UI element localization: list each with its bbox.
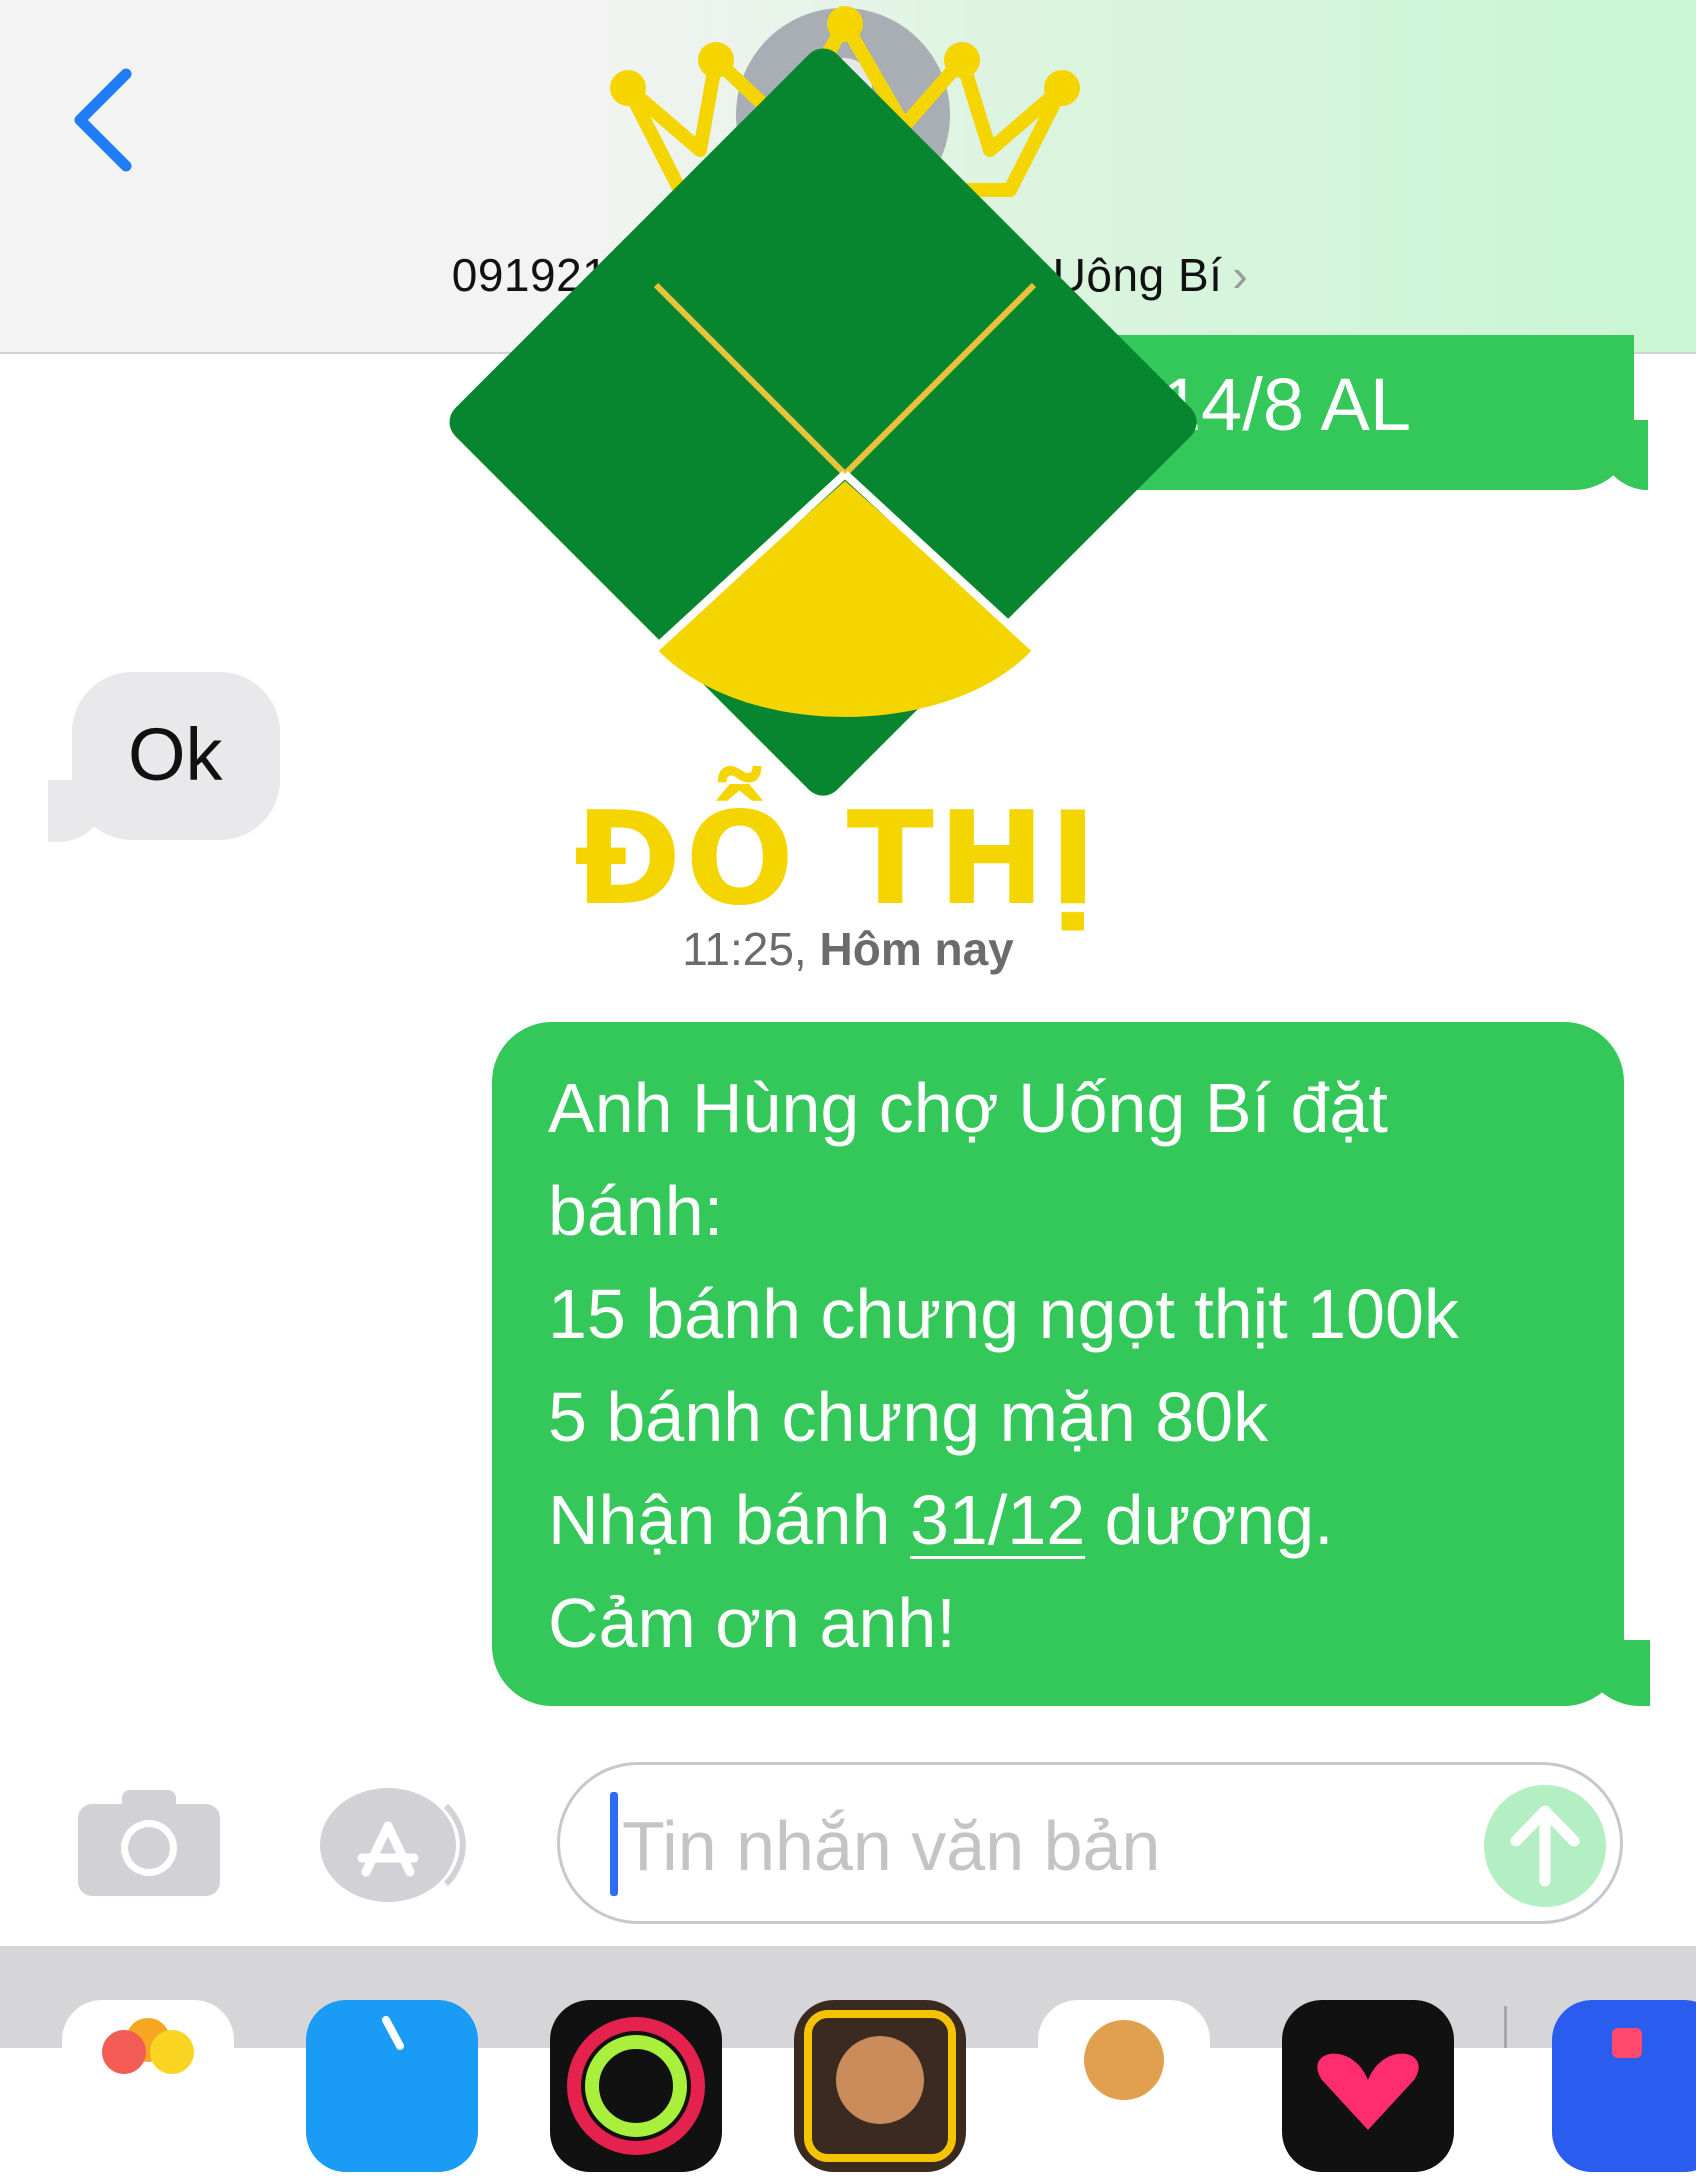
dock-divider [1504, 2006, 1507, 2048]
digital-touch-app-icon[interactable] [1282, 2000, 1454, 2172]
send-button[interactable] [1484, 1785, 1606, 1907]
message-line-start: Nhận bánh [548, 1481, 910, 1559]
camera-button[interactable] [78, 1790, 220, 1896]
app-store-app-icon[interactable] [306, 2000, 478, 2172]
fitness-app-icon[interactable] [550, 2000, 722, 2172]
chevron-right-icon: › [1232, 249, 1249, 301]
text-cursor [610, 1792, 618, 1896]
message-line-end: dương. [1085, 1481, 1334, 1559]
date-link[interactable]: 31/12 [910, 1481, 1085, 1559]
chevron-left-icon [74, 68, 132, 172]
avatar-person-icon [816, 58, 872, 114]
app-store-icon [382, 2016, 404, 2050]
contact-name-end: Uông Bí [1052, 249, 1223, 301]
camera-icon [78, 1790, 220, 1896]
message-input-placeholder: Tin nhắn văn bản [622, 1807, 1161, 1885]
memoji-camera-app-icon[interactable] [794, 2000, 966, 2172]
back-button[interactable] [60, 60, 150, 180]
photos-app-icon[interactable] [62, 2000, 234, 2172]
bubble-tail [48, 780, 108, 842]
message-line: 15 bánh chưng ngọt thịt 100k [548, 1275, 1459, 1353]
message-line: 5 bánh chưng mặn 80k [548, 1378, 1269, 1456]
app-store-icon [320, 1788, 466, 1902]
message-text: Ok [128, 713, 223, 796]
watermark-brand-text: ĐỖ THỊ [574, 785, 1101, 934]
arrow-up-icon [1510, 1805, 1580, 1887]
memoji-stickers-app-icon[interactable] [1038, 2000, 1210, 2172]
message-line: Anh Hùng chợ Uống Bí đặt [548, 1069, 1388, 1147]
message-line: Cảm ơn anh! [548, 1584, 956, 1662]
contact-name-start: 091921 K [451, 249, 653, 301]
contact-avatar[interactable] [736, 8, 950, 222]
heart-icon [1317, 2053, 1419, 2130]
apps-button[interactable] [318, 1786, 476, 1904]
memoji-icon [804, 2010, 956, 2162]
message-line: Nhận bánh 31/12 dương. [548, 1469, 1459, 1572]
contact-name[interactable]: 091921 K Uông Bí › [300, 248, 1400, 302]
extra-app-icon[interactable] [1552, 2000, 1696, 2172]
order-message-text: Anh Hùng chợ Uống Bí đặt bánh: 15 bánh c… [548, 1057, 1459, 1675]
message-text: 14/8 AL [1160, 363, 1412, 446]
activity-rings-icon [567, 2017, 705, 2155]
app-icon [1612, 2028, 1642, 2058]
message-line: bánh: [548, 1172, 724, 1250]
memoji-sticker-icon [1084, 2020, 1164, 2100]
photos-icon [102, 2018, 194, 2074]
